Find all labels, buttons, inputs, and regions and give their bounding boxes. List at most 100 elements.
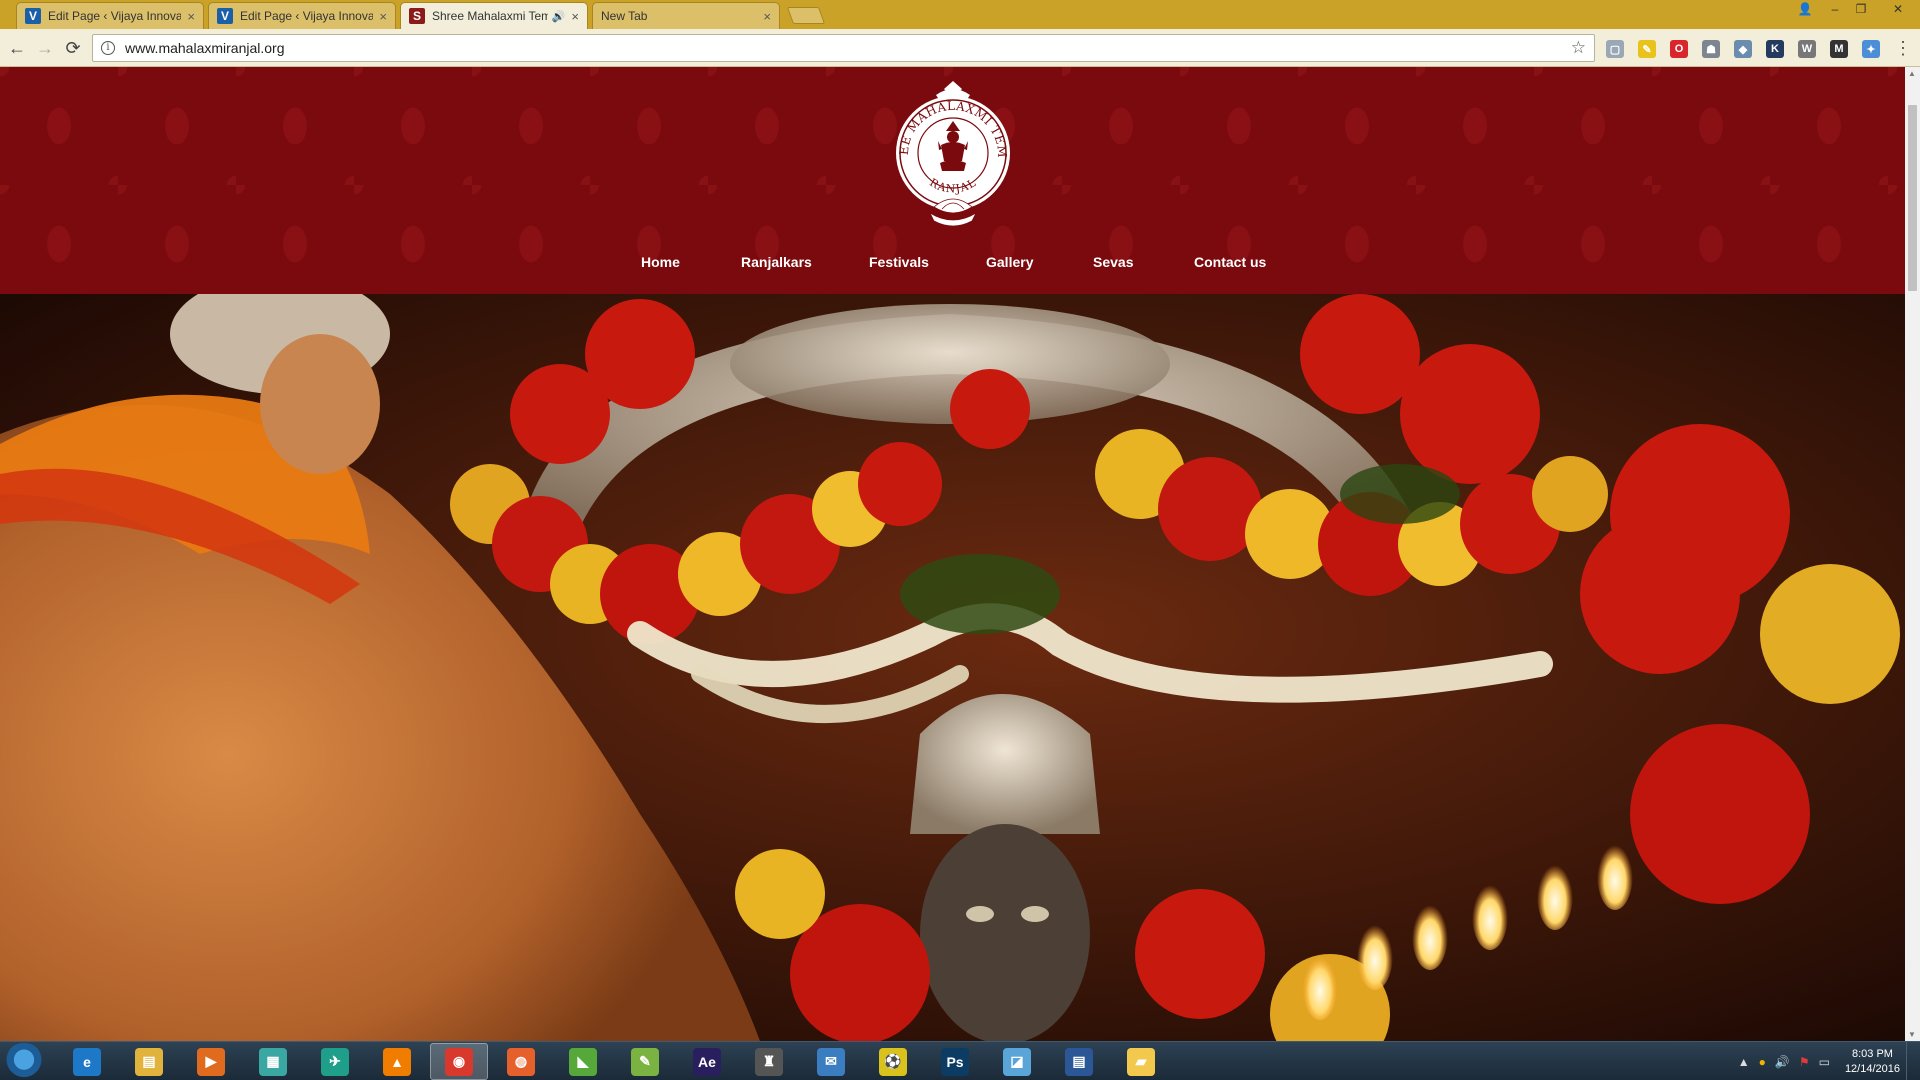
taskbar-button-folder[interactable]: ▰	[1112, 1043, 1170, 1080]
taskbar-button-thunderbird[interactable]: ✉	[802, 1043, 860, 1080]
minimize-button[interactable]: –	[1822, 0, 1848, 18]
back-button[interactable]: ←	[6, 38, 28, 58]
taskbar-button-blue-tool[interactable]: ◪	[988, 1043, 1046, 1080]
close-icon[interactable]: ×	[763, 9, 771, 24]
tab-new-tab[interactable]: New Tab ×	[592, 2, 780, 29]
tab-strip: V Edit Page ‹ Vijaya Innovati × V Edit P…	[0, 0, 1920, 29]
nav-gallery[interactable]: Gallery	[986, 254, 1033, 270]
after-effects-icon: Ae	[693, 1047, 721, 1076]
taskbar-button-notepad-plus[interactable]: ✎	[616, 1043, 674, 1080]
soccer-app-icon: ⚽	[879, 1047, 907, 1076]
tab-title: Edit Page ‹ Vijaya Innovati	[48, 9, 182, 23]
tray-app-icon[interactable]: ●	[1759, 1055, 1766, 1069]
hero-temple-video[interactable]	[0, 294, 1905, 1041]
taskbar-button-internet-explorer[interactable]: e	[58, 1043, 116, 1080]
document-icon: ▤	[1065, 1047, 1093, 1076]
ext-m-icon[interactable]: M	[1830, 40, 1848, 58]
nav-sevas[interactable]: Sevas	[1093, 254, 1133, 270]
nav-ranjalkars[interactable]: Ranjalkars	[741, 254, 812, 270]
spreadsheet-app-icon: ▦	[259, 1047, 287, 1076]
scroll-down-arrow-icon[interactable]: ▼	[1908, 1030, 1916, 1039]
page-scrollbar[interactable]: ▲ ▼	[1905, 67, 1920, 1041]
close-icon[interactable]: ×	[379, 9, 387, 24]
start-button[interactable]	[4, 1043, 44, 1080]
show-hidden-icons-icon[interactable]: ▲	[1738, 1055, 1750, 1069]
scrollbar-thumb[interactable]	[1908, 105, 1917, 291]
ext-wordpress-icon[interactable]: W	[1798, 40, 1816, 58]
browser-menu-icon[interactable]: ⋮	[1894, 39, 1912, 57]
ext-puzzle-icon[interactable]: ◆	[1734, 40, 1752, 58]
forward-button[interactable]: →	[34, 38, 56, 58]
system-tray: ▲ ● 🔊 ⚑ ▭ 8:03 PM 12/14/2016	[1738, 1046, 1900, 1078]
ext-k-icon[interactable]: K	[1766, 40, 1784, 58]
ext-opera-icon[interactable]: O	[1670, 40, 1688, 58]
taskbar-button-photoshop[interactable]: Ps	[926, 1043, 984, 1080]
close-icon[interactable]: ×	[187, 9, 195, 24]
windows-taskbar: e ▤ ▶ ▦ ✈ ▲ ◉ ◍ ◣ ✎ Ae ♜ ✉ ⚽ Ps ◪ ▤ ▰ ▲ ● 🔊 ⚑ ▭ 8:03 PM 1…	[0, 1041, 1920, 1080]
folder-icon: ▰	[1127, 1047, 1155, 1076]
tower-app-icon: ♜	[755, 1047, 783, 1076]
taskbar-button-file-explorer[interactable]: ▤	[120, 1043, 178, 1080]
volume-icon[interactable]: 🔊	[1775, 1055, 1790, 1069]
photoshop-icon: Ps	[941, 1047, 969, 1076]
tab-title: New Tab	[601, 9, 648, 23]
vlc-icon: ▲	[383, 1047, 411, 1076]
scroll-up-arrow-icon[interactable]: ▲	[1908, 69, 1916, 78]
close-icon[interactable]: ×	[571, 9, 579, 24]
site-header: SHREE MAHALAXMI TEMPLE RANJAL Home	[0, 67, 1905, 294]
user-profile-icon[interactable]: 👤	[1792, 0, 1818, 18]
show-desktop-button[interactable]	[1906, 1042, 1920, 1080]
taskbar-button-document[interactable]: ▤	[1050, 1043, 1108, 1080]
chrome-icon: ◉	[445, 1047, 473, 1076]
clock-date: 12/14/2016	[1844, 1063, 1900, 1075]
clock[interactable]: 8:03 PM 12/14/2016	[1845, 1047, 1900, 1077]
close-window-button[interactable]: ✕	[1880, 0, 1916, 18]
taskbar-button-spreadsheet-app[interactable]: ▦	[244, 1043, 302, 1080]
taskbar-button-media-player[interactable]: ▶	[182, 1043, 240, 1080]
browser-toolbar: ← → ⟳ i www.mahalaxmiranjal.org ☆ ▢ ✎ O ☗ ◆ K…	[0, 29, 1920, 67]
site-info-icon[interactable]: i	[101, 41, 115, 55]
action-center-flag-icon[interactable]: ⚑	[1799, 1055, 1810, 1069]
tab-title: Edit Page ‹ Vijaya Innovati	[240, 9, 374, 23]
taskbar-button-soccer-app[interactable]: ⚽	[864, 1043, 922, 1080]
taskbar-button-green-app[interactable]: ◣	[554, 1043, 612, 1080]
bird-app-icon: ✈	[321, 1047, 349, 1076]
network-icon[interactable]: ▭	[1819, 1055, 1830, 1069]
address-text[interactable]: www.mahalaxmiranjal.org	[125, 40, 1571, 56]
ext-blue-icon[interactable]: ✦	[1862, 40, 1880, 58]
ext-grey-icon[interactable]: ▢	[1606, 40, 1624, 58]
taskbar-button-bird-app[interactable]: ✈	[306, 1043, 364, 1080]
temple-favicon-icon: S	[409, 8, 425, 24]
ext-robot-icon[interactable]: ☗	[1702, 40, 1720, 58]
taskbar-button-chrome[interactable]: ◉	[430, 1043, 488, 1080]
main-navigation: Home Ranjalkars Festivals Gallery Sevas …	[0, 254, 1905, 284]
vijaya-favicon-icon: V	[217, 8, 233, 24]
nav-contact-us[interactable]: Contact us	[1194, 254, 1266, 270]
ext-pencil-icon[interactable]: ✎	[1638, 40, 1656, 58]
taskbar-button-after-effects[interactable]: Ae	[678, 1043, 736, 1080]
maximize-button[interactable]: ❐	[1848, 0, 1874, 18]
taskbar-button-firefox[interactable]: ◍	[492, 1043, 550, 1080]
audio-playing-icon[interactable]: 🔊	[552, 10, 566, 23]
thunderbird-icon: ✉	[817, 1047, 845, 1076]
clock-time: 8:03 PM	[1851, 1048, 1893, 1060]
tab-edit-page-1[interactable]: V Edit Page ‹ Vijaya Innovati ×	[16, 2, 204, 29]
new-tab-button[interactable]	[786, 7, 826, 24]
nav-home[interactable]: Home	[641, 254, 680, 270]
address-bar[interactable]: i www.mahalaxmiranjal.org ☆	[92, 34, 1595, 62]
bookmark-star-icon[interactable]: ☆	[1571, 38, 1586, 58]
reload-button[interactable]: ⟳	[62, 38, 84, 58]
tab-shree-mahalaxmi[interactable]: S Shree Mahalaxmi Tem 🔊 ×	[400, 2, 588, 29]
green-app-icon: ◣	[569, 1047, 597, 1076]
temple-logo[interactable]: SHREE MAHALAXMI TEMPLE RANJAL	[894, 79, 1012, 233]
notepad-plus-icon: ✎	[631, 1047, 659, 1076]
blue-tool-icon: ◪	[1003, 1047, 1031, 1076]
tab-title: Shree Mahalaxmi Tem	[432, 9, 548, 23]
internet-explorer-icon: e	[73, 1047, 101, 1076]
firefox-icon: ◍	[507, 1047, 535, 1076]
nav-festivals[interactable]: Festivals	[869, 254, 929, 270]
taskbar-button-tower-app[interactable]: ♜	[740, 1043, 798, 1080]
taskbar-button-vlc[interactable]: ▲	[368, 1043, 426, 1080]
file-explorer-icon: ▤	[135, 1047, 163, 1076]
tab-edit-page-2[interactable]: V Edit Page ‹ Vijaya Innovati ×	[208, 2, 396, 29]
